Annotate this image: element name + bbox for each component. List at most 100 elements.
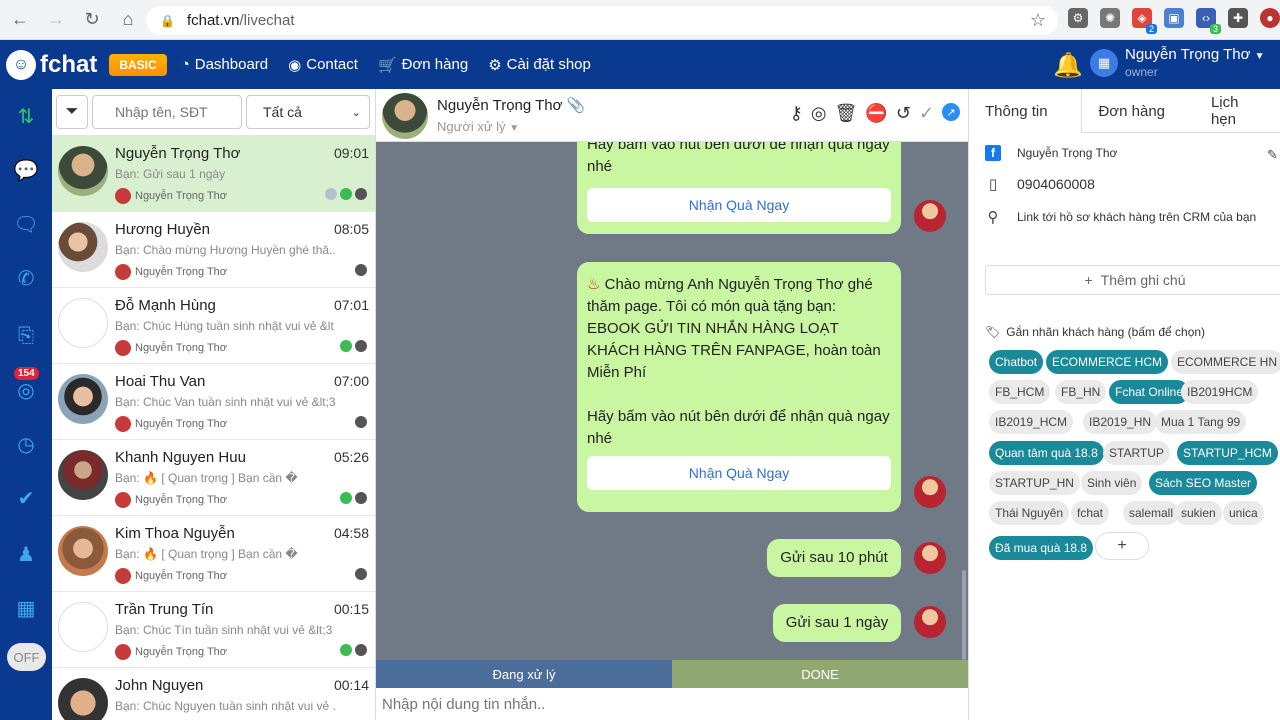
- bookmark-star-icon[interactable]: ☆: [1030, 10, 1046, 31]
- conversation-item[interactable]: Nguyễn Trọng Thơ 09:01 Bạn: Gửi sau 1 ngày…: [52, 136, 375, 212]
- hide-icon[interactable]: ◎: [811, 103, 827, 124]
- double-check-icon[interactable]: ✓: [919, 103, 934, 124]
- assigned-agent: Nguyễn Trọng Thơ: [115, 568, 227, 584]
- chat-scrollbar[interactable]: [962, 570, 966, 660]
- check-icon[interactable]: ✔: [0, 483, 52, 513]
- customer-tag[interactable]: ECOMMERCE HCM: [1046, 350, 1168, 374]
- bell-icon[interactable]: 🔔: [1053, 51, 1083, 80]
- status-filter-select[interactable]: Tất cả ⌄: [246, 95, 370, 129]
- forward-icon[interactable]: →: [40, 4, 72, 36]
- customer-tag[interactable]: Đã mua quà 18.8: [989, 536, 1094, 560]
- trash-icon[interactable]: 🗑: [835, 103, 858, 124]
- filter-icon[interactable]: ⏷: [56, 95, 88, 129]
- phone-number[interactable]: 0904060008: [1017, 176, 1095, 192]
- nav-contact[interactable]: ◉ Contact: [288, 56, 358, 74]
- customer-tag[interactable]: STARTUP_HCM: [1177, 441, 1278, 465]
- address-bar[interactable]: 🔒 fchat.vn/livechat ☆: [146, 6, 1058, 35]
- home-icon[interactable]: ⌂: [112, 4, 144, 36]
- open-external-icon[interactable]: ↗: [942, 103, 960, 121]
- customer-tag[interactable]: Fchat Online: [1109, 380, 1190, 404]
- conversation-item[interactable]: Đỗ Mạnh Hùng 07:01 Bạn: Chúc Hùng tuần sin…: [52, 288, 375, 364]
- chevron-down-icon: ▼: [1254, 51, 1265, 62]
- customer-tag[interactable]: Thái Nguyên: [989, 501, 1070, 525]
- conversation-item[interactable]: John Nguyen 00:14 Bạn: Chúc Nguyen tuần si…: [52, 668, 375, 720]
- tab-info[interactable]: Thông tin: [969, 89, 1083, 133]
- extension-code-icon[interactable]: ‹› 3: [1196, 8, 1221, 34]
- customer-tag[interactable]: Chatbot: [989, 350, 1044, 374]
- add-tag-button[interactable]: +: [1095, 532, 1149, 560]
- message-text: Hãy bấm vào nút bên dưới để nhận quà nga…: [587, 408, 890, 447]
- handler-select[interactable]: Người xử lý ▼: [437, 119, 519, 134]
- key-icon[interactable]: ⚷: [790, 103, 803, 124]
- user-menu[interactable]: ▦ Nguyễn Trọng Thơ ▼ owner: [1090, 47, 1265, 79]
- customer-tag[interactable]: Quan tâm quà 18.8: [989, 441, 1104, 465]
- extension-settings-icon[interactable]: ✺: [1100, 8, 1120, 28]
- get-gift-button[interactable]: Nhận Quà Ngay: [587, 188, 891, 222]
- extension-gear-icon[interactable]: ⚙: [1068, 8, 1088, 28]
- extensions-puzzle-icon[interactable]: ✚: [1228, 8, 1248, 28]
- phone-row: ▯ 0904060008: [985, 175, 1095, 193]
- conversation-item[interactable]: Kim Thoa Nguyễn 04:58 Bạn: 🔥 [ Quan trọng …: [52, 516, 375, 592]
- person-icon[interactable]: ♟: [0, 539, 52, 569]
- edit-icon[interactable]: ✎: [1267, 147, 1280, 163]
- customer-tag[interactable]: FB_HN: [1055, 380, 1107, 404]
- fchat-logo[interactable]: ☺ fchat: [6, 49, 97, 80]
- customer-tag[interactable]: IB2019_HN: [1083, 410, 1158, 434]
- export-icon[interactable]: ⎘: [0, 321, 52, 351]
- chat-contact-name: Nguyễn Trọng Thơ 📎: [437, 97, 586, 114]
- phone-icon[interactable]: ✆: [0, 263, 52, 293]
- customer-tag[interactable]: STARTUP_HN: [989, 471, 1080, 495]
- messenger-icon[interactable]: 💬: [0, 155, 52, 185]
- tab-orders[interactable]: Đơn hàng: [1082, 89, 1194, 133]
- extension-blue-icon[interactable]: ▣: [1164, 8, 1184, 28]
- history-icon[interactable]: ↺: [896, 103, 911, 124]
- conversation-item[interactable]: Khanh Nguyen Huu 05:26 Bạn: 🔥 [ Quan trọng…: [52, 440, 375, 516]
- sort-icon[interactable]: ⇅: [0, 101, 52, 131]
- customer-tag[interactable]: Sách SEO Master: [1149, 471, 1258, 495]
- preview-text: [ Quan trọng ] Bạn cần �: [161, 547, 298, 561]
- clock-icon[interactable]: ◷: [0, 429, 52, 459]
- calendar-icon[interactable]: ▦: [0, 593, 52, 623]
- block-icon[interactable]: ⛔: [865, 103, 887, 124]
- avatar: [58, 678, 108, 720]
- conversation-item[interactable]: Trần Trung Tín 00:15 Bạn: Chúc Tín tuần si…: [52, 592, 375, 668]
- done-button[interactable]: DONE: [672, 660, 968, 688]
- assigned-agent: Nguyễn Trọng Thơ: [115, 492, 227, 508]
- customer-tag[interactable]: salemall: [1123, 501, 1180, 525]
- conversation-time: 00:14: [333, 677, 369, 693]
- nav-dashboard[interactable]: ◔ Dashboard: [181, 56, 268, 74]
- reload-icon[interactable]: ↻: [76, 4, 108, 36]
- comments-icon[interactable]: 🗨: [0, 209, 52, 239]
- cart-icon: 🛒: [377, 56, 397, 74]
- customer-tag[interactable]: FB_HCM: [989, 380, 1051, 404]
- customer-tag[interactable]: ECOMMERCE HN: [1171, 350, 1280, 374]
- customer-tag[interactable]: STARTUP: [1103, 441, 1170, 465]
- nav-shop-settings[interactable]: ⚙ Cài đặt shop: [488, 56, 591, 74]
- nav-orders[interactable]: 🛒 Đơn hàng: [378, 56, 468, 74]
- sender-avatar: [914, 476, 946, 508]
- profile-avatar-icon[interactable]: ●: [1260, 8, 1280, 28]
- customer-tag[interactable]: Mua 1 Tang 99: [1155, 410, 1247, 434]
- online-toggle[interactable]: OFF: [7, 643, 46, 671]
- conversation-item[interactable]: Hương Huyền 08:05 Bạn: Chào mừng Hương Huy…: [52, 212, 375, 288]
- customer-tag[interactable]: fchat: [1071, 501, 1110, 525]
- search-input[interactable]: [92, 95, 242, 129]
- paperclip-icon[interactable]: 📎: [567, 97, 586, 114]
- message-input[interactable]: [376, 688, 968, 720]
- tab-appointments[interactable]: Lịch hẹn: [1195, 89, 1280, 133]
- customer-tag[interactable]: unica: [1223, 501, 1264, 525]
- plan-badge: BASIC: [109, 53, 167, 76]
- crm-link[interactable]: Link tới hồ sơ khách hàng trên CRM của b…: [1017, 210, 1256, 224]
- processing-button[interactable]: Đang xử lý: [376, 660, 672, 688]
- back-icon[interactable]: ←: [4, 4, 36, 36]
- extension-red-icon[interactable]: ◈ 2: [1132, 8, 1157, 34]
- get-gift-button[interactable]: Nhận Quà Ngay: [587, 456, 891, 490]
- customer-tag[interactable]: Sinh viên: [1081, 471, 1143, 495]
- phone-channel-icon: [340, 492, 352, 504]
- conversation-item[interactable]: Hoai Thu Van 07:00 Bạn: Chúc Van tuần sinh…: [52, 364, 375, 440]
- customer-tag[interactable]: sukien: [1175, 501, 1222, 525]
- customer-tag[interactable]: IB2019HCM: [1181, 380, 1259, 404]
- add-note-button[interactable]: + Thêm ghi chú: [985, 265, 1280, 295]
- customer-tag[interactable]: IB2019_HCM: [989, 410, 1074, 434]
- conversation-preview: Bạn: Chúc Nguyen tuần sinh nhật vui vẻ .…: [115, 699, 335, 713]
